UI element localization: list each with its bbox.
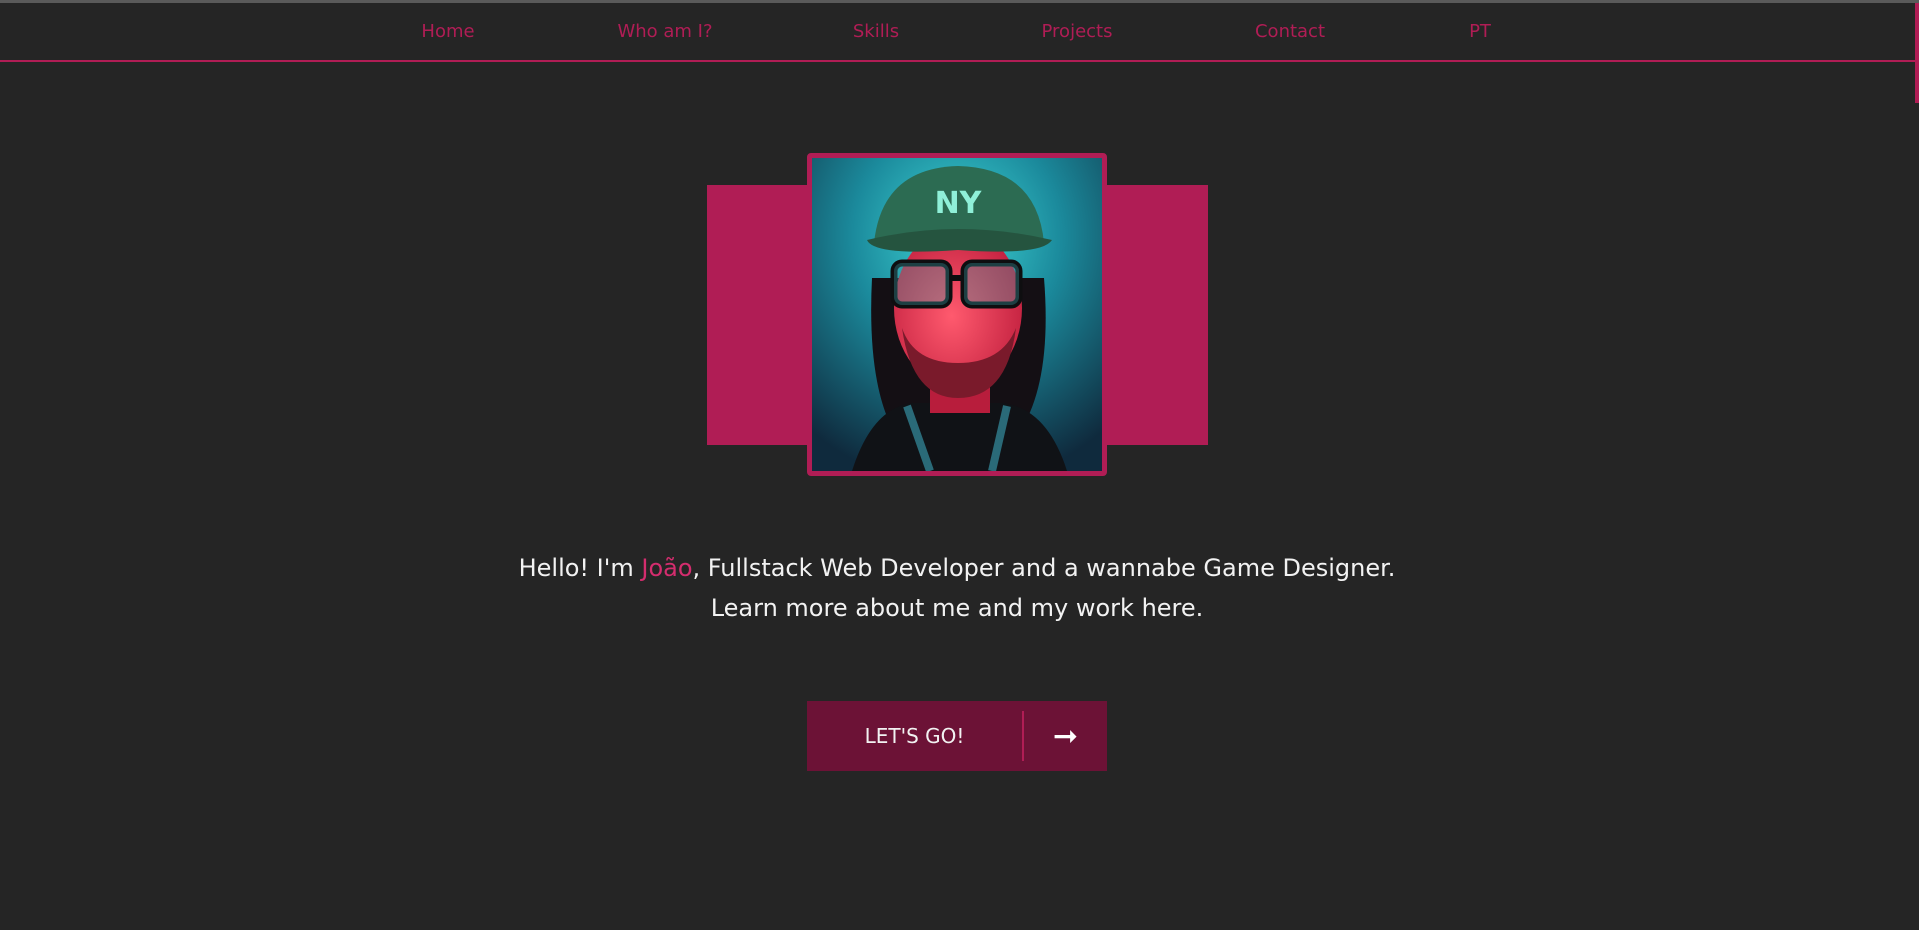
nav-home-link[interactable]: Home [421,21,474,42]
intro-greeting: Hello! I'm [518,554,642,582]
nav-projects-link[interactable]: Projects [1042,21,1113,42]
lets-go-button[interactable]: LET'S GO! ➞ [807,701,1107,771]
profile-photo: NY [807,153,1107,476]
nav-skills-link[interactable]: Skills [853,21,899,42]
intro-role: , Fullstack Web Developer and a wannabe … [692,554,1396,582]
intro-line-2: Learn more about me and my work here. [710,594,1204,622]
intro-text: Hello! I'm João, Fullstack Web Developer… [0,548,1914,628]
nav-language-toggle-pt[interactable]: PT [1469,21,1491,42]
arrow-right-icon: ➞ [1052,718,1079,754]
top-navigation: Home Who am I? Skills Projects Contact P… [0,3,1919,62]
intro-line-1: Hello! I'm João, Fullstack Web Developer… [0,548,1914,588]
intro-name-highlight: João [641,554,693,582]
nav-contact-link[interactable]: Contact [1255,21,1325,42]
lets-go-label: LET'S GO! [864,724,965,748]
svg-text:NY: NY [935,186,983,221]
nav-who-am-i-link[interactable]: Who am I? [617,21,712,42]
